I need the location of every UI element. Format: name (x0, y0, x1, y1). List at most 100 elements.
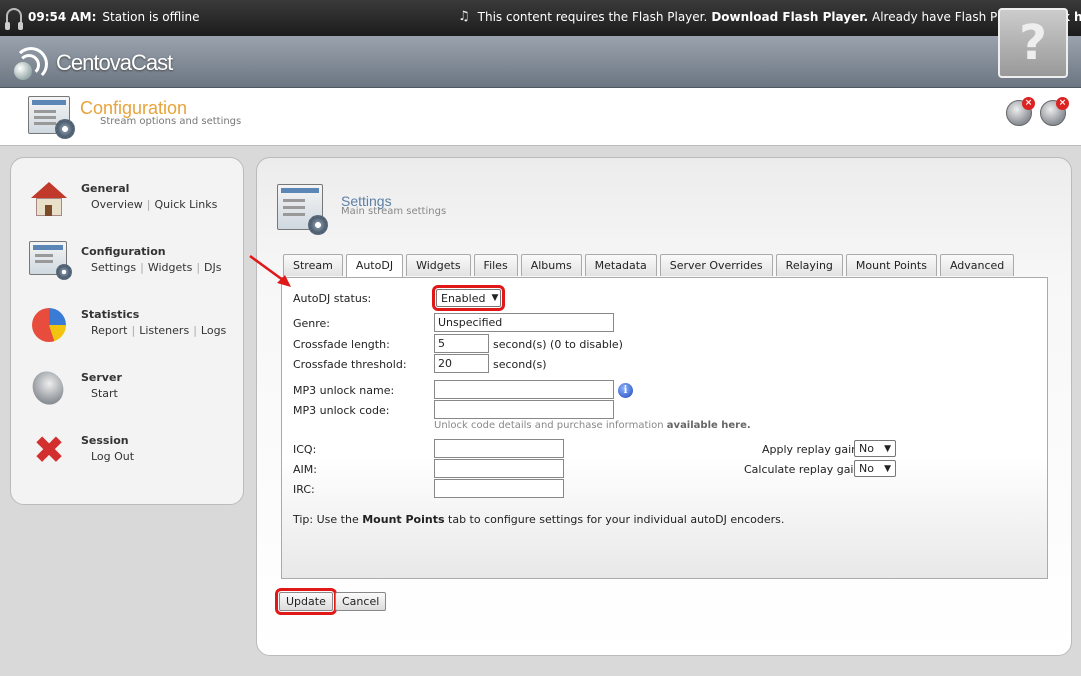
settings-icon (277, 184, 329, 235)
aim-label: AIM: (293, 463, 317, 476)
aim-input[interactable] (434, 459, 564, 478)
brand-name: CentovaCast (56, 50, 173, 75)
crossfade-threshold-suffix: second(s) (493, 358, 547, 371)
sidebar-item-server: Server Start (27, 366, 239, 419)
page-subtitle: Stream options and settings (100, 116, 242, 127)
calculate-replay-gain-select[interactable]: No ▼ (854, 460, 896, 477)
annotation-arrow-icon (249, 254, 291, 287)
tip-suffix: tab to configure settings for your indiv… (448, 513, 785, 526)
logout-x-icon: ✖ (33, 428, 65, 472)
tab-server-overrides[interactable]: Server Overrides (659, 254, 773, 276)
headset-icon (5, 8, 23, 30)
unlock-hint-link[interactable]: available here. (667, 420, 751, 431)
calculate-replay-gain-label: Calculate replay gain: (744, 463, 865, 476)
irc-input[interactable] (434, 479, 564, 498)
apply-replay-gain-label: Apply replay gain: (762, 443, 862, 456)
mp3-unlock-name-label: MP3 unlock name: (293, 384, 395, 397)
crossfade-length-suffix: second(s) (0 to disable) (493, 338, 623, 351)
mp3-unlock-code-label: MP3 unlock code: (293, 404, 390, 417)
home-icon (29, 178, 69, 218)
chevron-down-icon: ▼ (884, 443, 891, 454)
mount-points-tip: Tip: Use the Mount Points tab to configu… (293, 513, 784, 526)
nav-link-report[interactable]: Report (91, 324, 127, 337)
top-status-bar: 09:54 AM: Station is offline ♫ This cont… (0, 0, 1081, 36)
autodj-tab-panel: AutoDJ status: Enabled ▼ Genre: Unspecifi… (281, 277, 1048, 579)
flash-notice: ♫ This content requires the Flash Player… (458, 9, 1081, 24)
satellite-dish-icon (27, 366, 69, 410)
tip-prefix: Tip: Use the (293, 513, 359, 526)
station-status: 09:54 AM: Station is offline (5, 8, 200, 30)
settings-panel: Settings Main stream settings Stream Aut… (256, 157, 1072, 656)
brand-header: CentovaCast (0, 36, 1081, 88)
nav-link-start[interactable]: Start (91, 387, 118, 400)
irc-label: IRC: (293, 483, 315, 496)
stop-server-icon[interactable]: × (1006, 97, 1035, 126)
page-header: Configuration Stream options and setting… (0, 88, 1081, 146)
sidebar-item-general: General Overview | Quick Links (29, 178, 239, 230)
nav-link-widgets[interactable]: Widgets (148, 261, 192, 274)
crossfade-length-label: Crossfade length: (293, 338, 390, 351)
crossfade-threshold-label: Crossfade threshold: (293, 358, 407, 371)
crossfade-length-input[interactable]: 5 (434, 334, 489, 353)
tip-bold: Mount Points (362, 513, 445, 526)
broadcast-logo-icon (10, 44, 48, 82)
autodj-status-select[interactable]: Enabled ▼ (432, 285, 505, 311)
mp3-unlock-code-input[interactable] (434, 400, 614, 419)
cancel-button[interactable]: Cancel (335, 592, 387, 611)
tab-widgets[interactable]: Widgets (406, 254, 471, 276)
nav-link-overview[interactable]: Overview (91, 198, 143, 211)
update-button[interactable]: Update (275, 588, 337, 615)
unlock-hint-text: Unlock code details and purchase informa… (434, 420, 664, 431)
icq-label: ICQ: (293, 443, 317, 456)
tab-metadata[interactable]: Metadata (584, 254, 657, 276)
flash-placeholder-question-icon[interactable]: ? (998, 8, 1068, 78)
icq-input[interactable] (434, 439, 564, 458)
configuration-page-icon (28, 96, 75, 139)
nav-link-log-out[interactable]: Log Out (91, 450, 134, 463)
tab-autodj[interactable]: AutoDJ (345, 254, 404, 277)
sidebar-item-statistics: Statistics Report | Listeners | Logs (29, 304, 239, 356)
settings-tabs: Stream AutoDJ Widgets Files Albums Metad… (283, 254, 1015, 277)
sidebar-item-configuration: Configuration Settings | Widgets | DJs (29, 241, 239, 293)
sidebar-item-title: Server (81, 371, 122, 384)
genre-label: Genre: (293, 317, 331, 330)
unlock-hint: Unlock code details and purchase informa… (434, 420, 751, 431)
apply-replay-gain-value: No (859, 442, 874, 455)
tab-advanced[interactable]: Advanced (939, 254, 1015, 276)
music-note-icon: ♫ (458, 9, 470, 24)
sidebar-item-title: Session (81, 434, 129, 447)
calculate-replay-gain-value: No (859, 462, 874, 475)
crossfade-threshold-input[interactable]: 20 (434, 354, 489, 373)
flash-message: This content requires the Flash Player. (477, 9, 708, 24)
disconnect-icon[interactable]: × (1040, 97, 1069, 126)
sidebar-item-title: Statistics (81, 308, 140, 321)
autodj-status-value: Enabled (441, 291, 486, 305)
configuration-icon (29, 241, 72, 280)
chevron-down-icon: ▼ (491, 293, 499, 303)
tab-mount-points[interactable]: Mount Points (845, 254, 937, 276)
settings-subtitle: Main stream settings (341, 206, 447, 217)
tab-files[interactable]: Files (473, 254, 518, 276)
nav-link-quick-links[interactable]: Quick Links (155, 198, 218, 211)
mp3-unlock-name-input[interactable] (434, 380, 614, 399)
tab-relaying[interactable]: Relaying (775, 254, 843, 276)
tab-albums[interactable]: Albums (520, 254, 582, 276)
pie-chart-icon (32, 308, 66, 342)
nav-link-listeners[interactable]: Listeners (139, 324, 189, 337)
sidebar-item-title: Configuration (81, 245, 166, 258)
info-icon[interactable]: i (618, 383, 633, 398)
nav-link-logs[interactable]: Logs (201, 324, 226, 337)
genre-input[interactable]: Unspecified (434, 313, 614, 332)
sidebar-item-session: ✖ Session Log Out (29, 430, 239, 482)
apply-replay-gain-select[interactable]: No ▼ (854, 440, 896, 457)
brand-logo[interactable]: CentovaCast (10, 44, 173, 82)
status-time: 09:54 AM: (28, 10, 97, 24)
status-text: Station is offline (102, 10, 200, 24)
sidebar-nav: General Overview | Quick Links Configurati… (10, 157, 244, 505)
autodj-status-label: AutoDJ status: (293, 292, 372, 305)
sidebar-item-title: General (81, 182, 130, 195)
nav-link-settings[interactable]: Settings (91, 261, 136, 274)
download-flash-link[interactable]: Download Flash Player. (711, 10, 868, 24)
chevron-down-icon: ▼ (884, 463, 891, 474)
nav-link-djs[interactable]: DJs (204, 261, 221, 274)
